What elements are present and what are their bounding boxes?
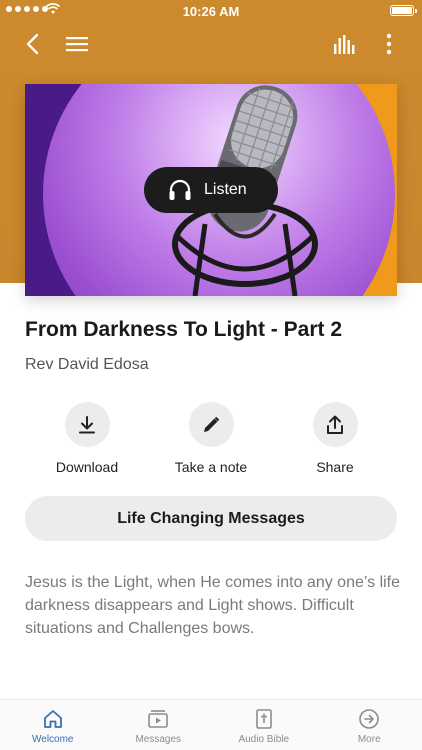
now-playing-button[interactable]	[330, 30, 358, 58]
download-icon	[79, 415, 95, 433]
tab-welcome-label: Welcome	[32, 734, 74, 745]
tab-audio-bible[interactable]: Audio Bible	[211, 700, 317, 750]
battery-icon	[390, 5, 417, 16]
more-arrow-icon	[359, 709, 380, 729]
back-button[interactable]	[18, 30, 46, 58]
tab-audio-bible-label: Audio Bible	[238, 734, 290, 745]
collection-button[interactable]: Life Changing Messages	[25, 496, 397, 541]
tab-more-label: More	[357, 734, 381, 745]
status-time: 10:26 AM	[182, 4, 240, 19]
download-button[interactable]: Download	[32, 402, 142, 475]
menu-button[interactable]	[63, 30, 91, 58]
vertical-dots-icon	[386, 33, 392, 55]
home-icon	[43, 710, 62, 728]
share-button[interactable]: Share	[280, 402, 390, 475]
chevron-left-icon	[26, 33, 39, 55]
listen-label: Listen	[204, 181, 247, 198]
listen-button[interactable]: Listen	[144, 167, 278, 213]
tab-more[interactable]: More	[317, 700, 422, 750]
bible-icon	[255, 709, 272, 729]
sermon-title: From Darkness To Light - Part 2	[25, 318, 342, 341]
status-bar: 10:26 AM	[0, 0, 422, 22]
take-note-label: Take a note	[174, 459, 248, 475]
sermon-description: Jesus is the Light, when He comes into a…	[25, 574, 401, 637]
pencil-icon	[204, 416, 220, 432]
more-options-button[interactable]	[375, 30, 403, 58]
tab-messages[interactable]: Messages	[106, 700, 212, 750]
share-icon	[327, 415, 343, 434]
equalizer-icon	[334, 35, 355, 54]
media-icon	[148, 710, 169, 728]
tab-bar: Welcome Messages Audio Bible More	[0, 699, 422, 750]
take-note-button[interactable]: Take a note	[156, 402, 266, 475]
download-label: Download	[55, 459, 119, 475]
sermon-author: Rev David Edosa	[25, 356, 149, 373]
share-label: Share	[316, 459, 354, 475]
tab-welcome[interactable]: Welcome	[0, 700, 106, 750]
headphones-icon	[169, 179, 191, 200]
tab-messages-label: Messages	[135, 734, 182, 745]
hamburger-icon	[66, 37, 88, 52]
